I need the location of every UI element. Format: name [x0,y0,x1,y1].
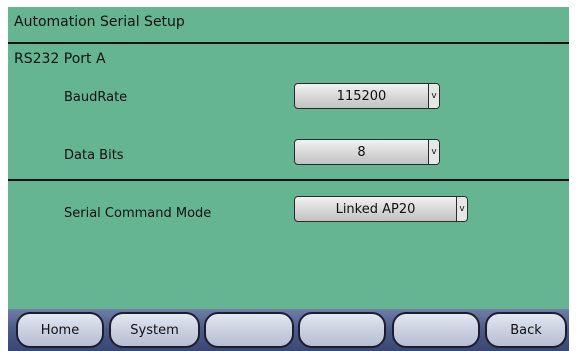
nav-button-5[interactable] [392,312,480,348]
page-title: Automation Serial Setup [14,14,185,30]
header-divider [8,42,569,44]
nav-button-3[interactable] [204,312,294,348]
home-button[interactable]: Home [16,312,104,348]
data-bits-label: Data Bits [64,148,124,163]
chevron-down-icon[interactable]: v [428,140,439,164]
nav-button-4[interactable] [298,312,386,348]
chevron-down-icon[interactable]: v [428,84,439,108]
serial-command-mode-value: Linked AP20 [335,201,416,217]
chevron-down-icon[interactable]: v [456,197,467,221]
baud-rate-select[interactable]: 115200 v [294,83,440,109]
baud-rate-label: BaudRate [64,90,128,105]
serial-command-mode-label: Serial Command Mode [64,206,212,221]
section-title: RS232 Port A [14,51,106,67]
data-bits-value: 8 [357,144,366,160]
baud-rate-value: 115200 [336,88,387,104]
system-button[interactable]: System [109,312,200,348]
serial-command-mode-select[interactable]: Linked AP20 v [294,196,468,222]
data-bits-select[interactable]: 8 v [294,139,440,165]
back-button[interactable]: Back [485,312,567,348]
section-divider [8,179,569,181]
